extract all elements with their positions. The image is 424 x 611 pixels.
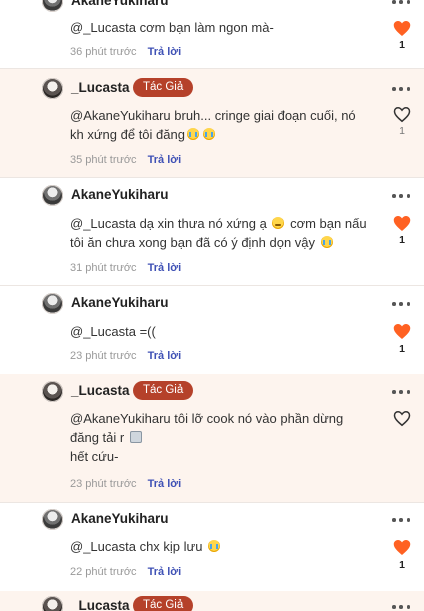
- like-count: 1: [399, 343, 405, 355]
- comment-text: @_Lucasta cơm bạn làm ngon mà-: [70, 20, 274, 35]
- timestamp: 31 phút trước: [70, 262, 137, 274]
- heart-outline-icon[interactable]: [393, 106, 411, 123]
- avatar[interactable]: [42, 509, 63, 530]
- heart-filled-icon[interactable]: [393, 323, 411, 340]
- more-options-icon[interactable]: [392, 86, 410, 92]
- username[interactable]: _Lucasta: [71, 80, 130, 95]
- timestamp: 36 phút trước: [70, 46, 137, 58]
- avatar[interactable]: [42, 293, 63, 314]
- crying-emoji-icon: [202, 128, 215, 140]
- like-count: 1: [399, 39, 405, 51]
- reply-button[interactable]: Trả lời: [148, 566, 182, 578]
- more-options-icon[interactable]: [392, 193, 410, 199]
- heart-filled-icon[interactable]: [393, 539, 411, 556]
- comment-text: @_Lucasta =((: [70, 324, 156, 339]
- username[interactable]: AkaneYukiharu: [71, 295, 169, 310]
- timestamp: 22 phút trước: [70, 566, 137, 578]
- reply-button[interactable]: Trả lời: [148, 350, 182, 362]
- comment-meta: 23 phút trước Trả lời: [70, 478, 181, 490]
- comment-text: @AkaneYukiharu tôi lỡ cook nó vào phần d…: [70, 411, 344, 464]
- crying-emoji-icon: [208, 540, 221, 552]
- like-count: 1: [399, 234, 405, 246]
- comment: AkaneYukiharu @_Lucasta dạ xin thưa nó x…: [0, 178, 424, 284]
- avatar[interactable]: [42, 0, 63, 12]
- comment-meta: 36 phút trước Trả lời: [70, 46, 181, 58]
- username[interactable]: AkaneYukiharu: [71, 0, 169, 8]
- avatar[interactable]: [42, 185, 63, 206]
- crying-emoji-icon: [186, 128, 199, 140]
- more-options-icon[interactable]: [392, 301, 410, 307]
- heart-filled-icon[interactable]: [393, 20, 411, 37]
- author-badge: Tác Giả: [133, 596, 194, 611]
- reply-button[interactable]: Trả lời: [148, 154, 182, 166]
- timestamp: 23 phút trước: [70, 350, 137, 362]
- username[interactable]: AkaneYukiharu: [71, 187, 169, 202]
- more-options-icon[interactable]: [392, 0, 410, 5]
- comment: AkaneYukiharu @_Lucasta cơm bạn làm ngon…: [0, 0, 424, 68]
- avatar[interactable]: [42, 381, 63, 402]
- comment-text: @_Lucasta dạ xin thưa nó xứng ạ cơm bạn …: [70, 216, 367, 250]
- heart-outline-icon[interactable]: [393, 410, 411, 427]
- comment-meta: 22 phút trước Trả lời: [70, 566, 181, 578]
- username[interactable]: _Lucasta: [71, 383, 130, 398]
- comment-text: @_Lucasta chx kịp lưu: [70, 537, 370, 556]
- more-options-icon[interactable]: [392, 604, 410, 610]
- comment: _Lucasta Tác Giả @AkaneYukiharu bruh... …: [0, 69, 424, 177]
- author-badge: Tác Giả: [133, 78, 194, 97]
- comment-meta: 31 phút trước Trả lời: [70, 262, 181, 274]
- heart-filled-icon[interactable]: [393, 215, 411, 232]
- username[interactable]: _Lucasta: [71, 598, 130, 611]
- avatar[interactable]: [42, 596, 63, 611]
- avatar[interactable]: [42, 78, 63, 99]
- sad-emoji-icon: [272, 217, 285, 229]
- like-count: 1: [399, 125, 405, 137]
- comment-meta: 35 phút trước Trả lời: [70, 154, 181, 166]
- username[interactable]: AkaneYukiharu: [71, 511, 169, 526]
- reply-button[interactable]: Trả lời: [148, 478, 182, 490]
- crying-emoji-icon: [320, 236, 333, 248]
- author-badge: Tác Giả: [133, 381, 194, 400]
- comment: AkaneYukiharu @_Lucasta chx kịp lưu 22 p…: [0, 503, 424, 591]
- document-emoji-icon: [129, 431, 142, 443]
- more-options-icon[interactable]: [392, 517, 410, 523]
- timestamp: 23 phút trước: [70, 478, 137, 490]
- comment: _Lucasta Tác Giả: [0, 591, 424, 611]
- comment: _Lucasta Tác Giả @AkaneYukiharu tôi lỡ c…: [0, 374, 424, 502]
- comment: AkaneYukiharu @_Lucasta =(( 23 phút trướ…: [0, 286, 424, 374]
- more-options-icon[interactable]: [392, 389, 410, 395]
- like-count: 1: [399, 559, 405, 571]
- comment-meta: 23 phút trước Trả lời: [70, 350, 181, 362]
- comment-text: @AkaneYukiharu bruh... cringe giai đoạn …: [70, 108, 356, 142]
- reply-button[interactable]: Trả lời: [148, 46, 182, 58]
- reply-button[interactable]: Trả lời: [148, 262, 182, 274]
- timestamp: 35 phút trước: [70, 154, 137, 166]
